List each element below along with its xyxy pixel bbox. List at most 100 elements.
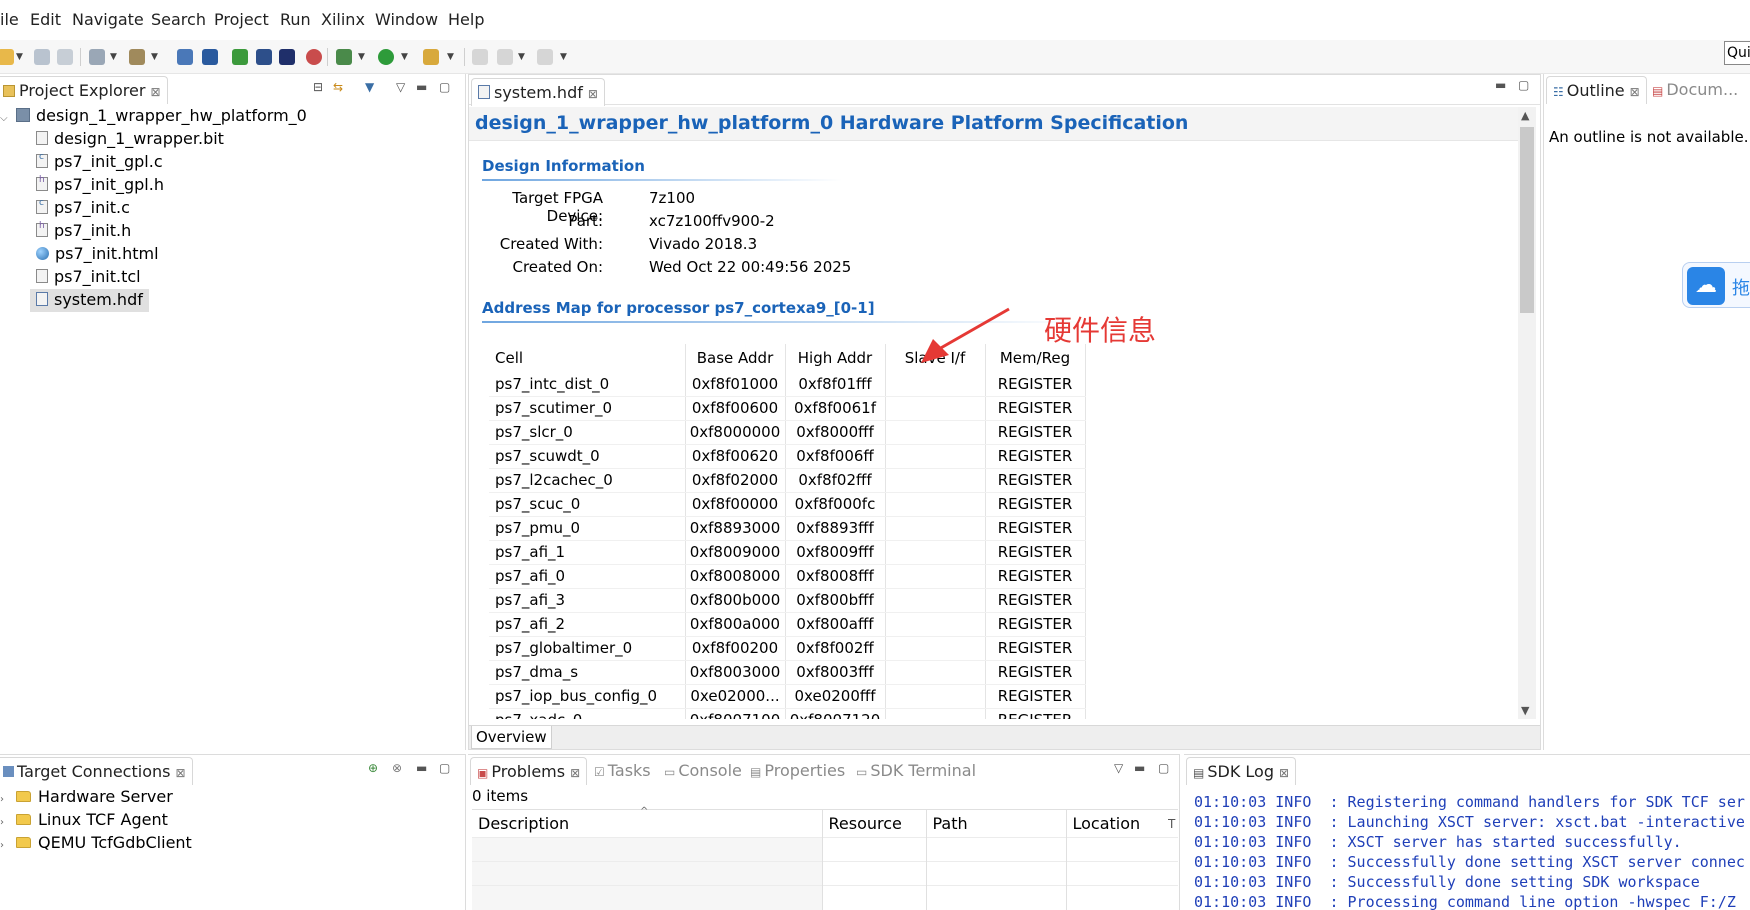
tab-tasks[interactable]: ☑ Tasks [588,757,657,785]
external-tools-dropdown-icon[interactable]: ▼ [447,52,454,62]
tab-overview[interactable]: Overview [471,726,552,749]
minimize-icon[interactable]: ▬ [1134,761,1145,775]
scrollbar-thumb[interactable] [1520,127,1534,313]
tree-file[interactable]: ps7_init_gpl.h [36,175,164,197]
external-tools-icon[interactable] [423,49,439,65]
column-header[interactable]: Path [926,809,1067,838]
bug-icon[interactable] [336,49,352,65]
maximize-icon[interactable]: ▢ [439,761,450,775]
minimize-icon[interactable]: ▬ [1495,78,1506,92]
back-dropdown-icon[interactable]: ▼ [518,52,525,62]
column-header[interactable]: T [1168,809,1178,838]
debug-config-dropdown-icon[interactable]: ▼ [110,52,117,62]
chevron-right-icon[interactable]: › [0,817,10,828]
chevron-down-icon[interactable]: ⌵ [0,113,10,124]
menu-help[interactable]: Help [448,10,484,29]
menu-xilinx[interactable]: Xilinx [321,10,365,29]
menu-navigate[interactable]: Navigate [72,10,144,29]
tab-target-connections[interactable]: Target Connections ⊠ [0,757,193,785]
new-dropdown-icon[interactable]: ▼ [16,52,23,62]
tree-file[interactable]: design_1_wrapper.bit [36,129,224,151]
disconnect-icon[interactable]: ⊗ [392,761,402,775]
view-menu-icon[interactable]: ▽ [396,80,405,94]
run-dropdown-icon[interactable]: ▼ [401,52,408,62]
save-all-icon[interactable] [57,49,73,65]
run-icon[interactable] [378,49,394,65]
tab-system-hdf[interactable]: system.hdf ⊠ [471,78,605,106]
debug-config-icon[interactable] [89,49,105,65]
close-icon[interactable]: ⊠ [570,766,580,780]
build-dropdown-icon[interactable]: ▼ [151,52,158,62]
chevron-right-icon[interactable]: › [0,794,10,805]
tab-console[interactable]: ▭ Console [658,757,748,785]
tab-project-explorer[interactable]: Project Explorer ⊠ [0,76,168,104]
new-icon[interactable] [0,49,14,65]
column-header[interactable]: Base Addr [685,344,786,372]
column-header[interactable]: Resource [822,809,927,838]
minimize-icon[interactable]: ▬ [416,761,427,775]
menu-run[interactable]: Run [280,10,311,29]
table-cell [926,861,1067,886]
quick-access-input[interactable]: Qui [1724,41,1750,65]
tab-documentation[interactable]: ▤ Docum... [1646,76,1744,104]
connection-item[interactable]: › Linux TCF Agent [0,810,168,832]
maximize-icon[interactable]: ▢ [1518,78,1529,92]
tree-file[interactable]: ps7_init.h [36,221,131,243]
new-connection-icon[interactable]: ⊕ [368,761,378,775]
connection-item[interactable]: › QEMU TcfGdbClient [0,833,192,855]
console-icon[interactable] [279,49,295,65]
column-header[interactable]: Description ^ [472,806,823,838]
menu-file[interactable]: ile [0,10,19,29]
column-header[interactable]: Cell [489,344,686,372]
fpga-icon[interactable] [232,49,248,65]
minimize-icon[interactable]: ▬ [416,80,427,94]
close-icon[interactable]: ⊠ [1630,85,1640,99]
menu-search[interactable]: Search [151,10,206,29]
close-icon[interactable]: ⊠ [175,766,185,780]
target-icon[interactable] [306,49,322,65]
editor-scrollbar[interactable]: ▲ ▼ [1518,107,1536,719]
link-editor-icon[interactable]: ⇆ [333,80,343,94]
scroll-up-icon[interactable]: ▲ [1521,109,1529,122]
scroll-down-icon[interactable]: ▼ [1521,704,1529,717]
close-icon[interactable]: ⊠ [588,87,598,101]
floating-helper-widget[interactable]: ☁ 拖 [1682,262,1750,308]
tree-root[interactable]: ⌵ design_1_wrapper_hw_platform_0 [0,106,307,128]
collapse-all-icon[interactable]: ⊟ [313,80,323,94]
tree-file[interactable]: ps7_init_gpl.c [36,152,163,174]
sdk-log-pane: ▤ SDK Log ⊠ 01:10:03 INFO : Registering co… [1184,754,1750,910]
menu-window[interactable]: Window [375,10,438,29]
back-icon[interactable] [497,49,513,65]
table-cell [1168,885,1178,910]
build-icon[interactable] [129,49,145,65]
column-header[interactable]: High Addr [785,344,886,372]
terminal-icon[interactable] [202,49,218,65]
column-header[interactable]: Location [1066,809,1168,838]
view-menu-icon[interactable]: ▽ [1114,761,1123,775]
last-edit-icon[interactable] [472,49,488,65]
tree-file[interactable]: ps7_init.tcl [36,267,141,289]
tree-file-selected[interactable]: system.hdf [30,289,149,312]
tab-sdk-log[interactable]: ▤ SDK Log ⊠ [1186,757,1297,785]
menu-edit[interactable]: Edit [30,10,61,29]
forward-dropdown-icon[interactable]: ▼ [560,52,567,62]
maximize-icon[interactable]: ▢ [1158,761,1169,775]
tree-file[interactable]: ps7_init.c [36,198,130,220]
maximize-icon[interactable]: ▢ [439,80,450,94]
close-icon[interactable]: ⊠ [150,85,160,99]
program-icon[interactable] [177,49,193,65]
filter-icon[interactable]: ▼ [365,80,374,94]
tree-file[interactable]: ps7_init.html [36,244,159,266]
tab-sdk-terminal[interactable]: ▭ SDK Terminal [850,757,982,785]
xsct-icon[interactable] [256,49,272,65]
connection-item[interactable]: › Hardware Server [0,787,173,809]
close-icon[interactable]: ⊠ [1279,766,1289,780]
chevron-right-icon[interactable]: › [0,840,10,851]
tab-outline[interactable]: ☷ Outline ⊠ [1546,76,1647,104]
menu-project[interactable]: Project [214,10,269,29]
debug-dropdown-icon[interactable]: ▼ [358,52,365,62]
tab-properties[interactable]: ▤ Properties [744,757,851,785]
forward-icon[interactable] [537,49,553,65]
tab-problems[interactable]: ▣ Problems ⊠ [470,757,588,785]
save-icon[interactable] [34,49,50,65]
